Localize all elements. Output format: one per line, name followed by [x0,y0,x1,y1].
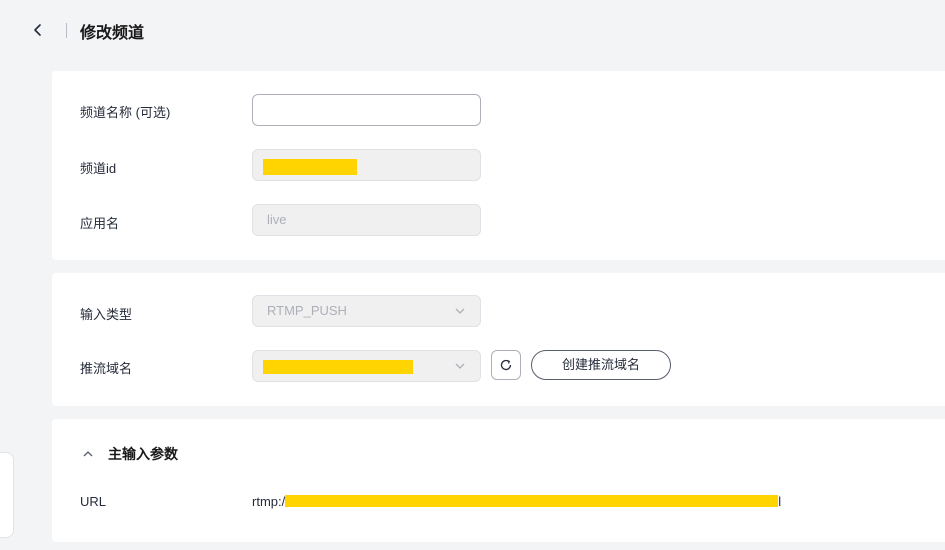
header-divider [66,23,67,38]
chevron-down-icon [455,363,465,369]
url-suffix: l [778,494,782,509]
redacted-channel-id [263,159,357,175]
input-config-card: 输入类型 RTMP_PUSH 推流域名 创建推流域名 [52,273,945,406]
basic-info-card: 频道名称 (可选) 频道id 应用名 live [52,71,945,260]
url-prefix: rtmp:/ [252,494,286,509]
input-type-label: 输入类型 [80,307,133,322]
chevron-down-icon [455,308,465,314]
chevron-up-icon [83,451,93,457]
refresh-button[interactable] [491,350,521,380]
channel-id-field [252,149,481,181]
channel-name-input[interactable] [252,94,481,126]
input-type-select: RTMP_PUSH [252,295,481,327]
create-push-domain-button[interactable]: 创建推流域名 [531,350,671,380]
back-icon[interactable] [30,22,46,38]
refresh-icon [500,359,512,371]
url-value: rtmp:/ l [252,494,781,509]
redacted-url [285,495,779,507]
push-domain-select[interactable] [252,350,481,382]
main-input-title: 主输入参数 [108,446,178,462]
main-input-card: 主输入参数 URL rtmp:/ l [52,419,945,542]
app-name-label: 应用名 [80,216,120,231]
channel-name-label: 频道名称 (可选) [80,105,171,120]
app-name-field: live [252,204,481,236]
redacted-push-domain [263,360,413,374]
channel-id-label: 频道id [80,161,117,176]
page-header: 修改频道 [0,0,945,60]
push-domain-label: 推流域名 [80,361,133,376]
url-label: URL [80,494,107,509]
input-type-value: RTMP_PUSH [267,303,347,318]
page-title: 修改频道 [80,25,145,42]
side-panel-handle[interactable] [0,452,14,538]
